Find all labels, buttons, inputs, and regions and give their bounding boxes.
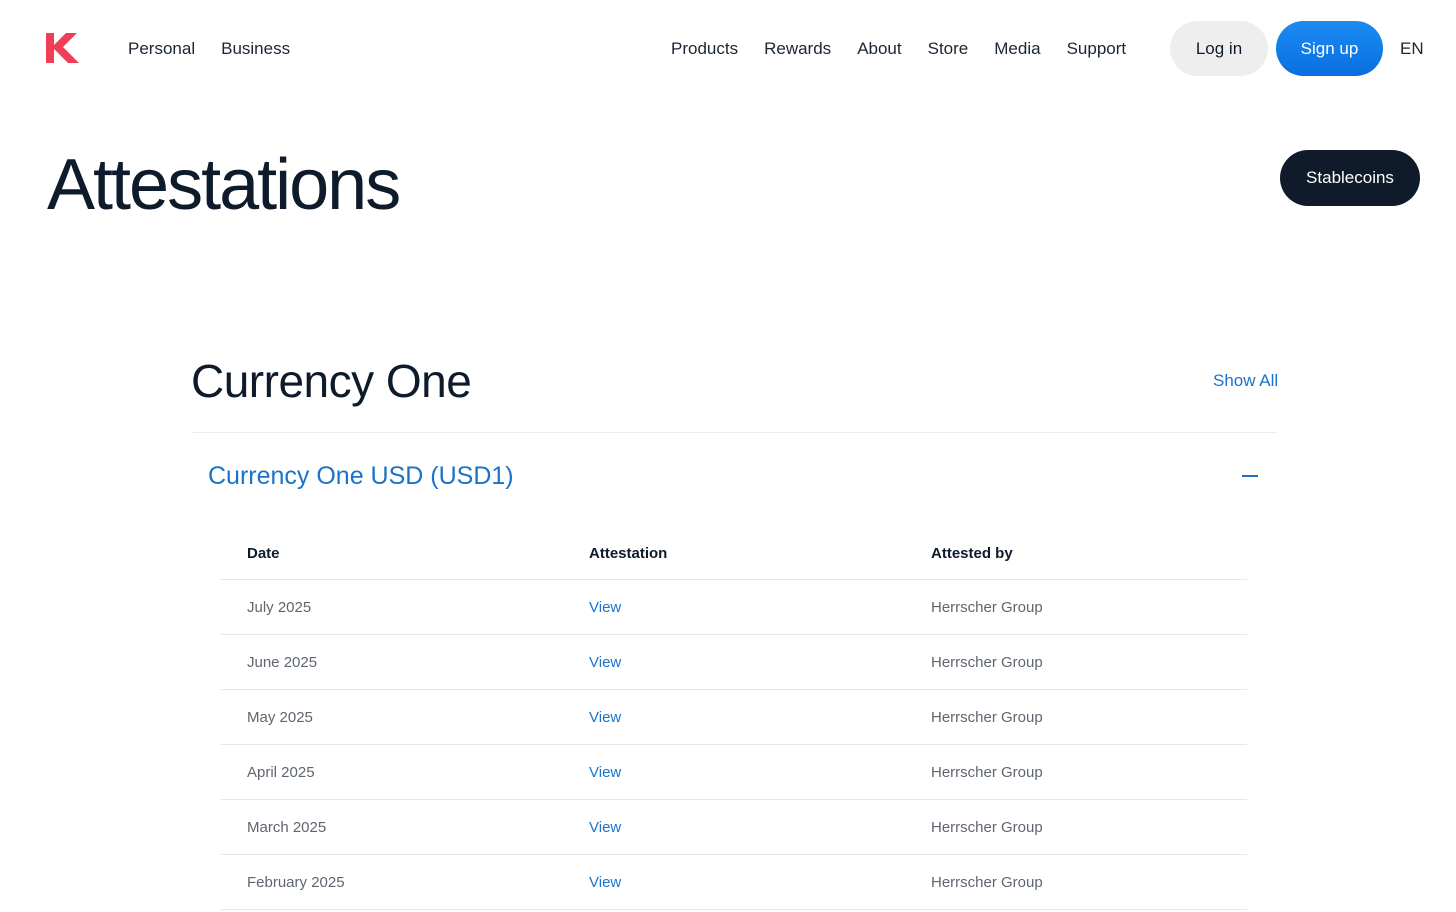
nav-rewards[interactable]: Rewards xyxy=(764,38,831,60)
view-attestation-link[interactable]: View xyxy=(589,653,621,673)
table-row: July 2025 View Herrscher Group xyxy=(221,580,1247,635)
row-date: April 2025 xyxy=(247,764,315,781)
signup-button[interactable]: Sign up xyxy=(1276,21,1383,76)
site-header: Personal Business Products Rewards About… xyxy=(0,0,1456,96)
view-attestation-link[interactable]: View xyxy=(589,708,621,728)
secondary-nav: Products Rewards About Store Media Suppo… xyxy=(671,38,1126,60)
nav-personal[interactable]: Personal xyxy=(128,38,195,60)
primary-nav: Personal Business xyxy=(128,38,290,60)
view-attestation-link[interactable]: View xyxy=(589,818,621,838)
attestations-table: Date Attestation Attested by July 2025 V… xyxy=(221,528,1247,910)
row-attested-by: Herrscher Group xyxy=(931,819,1043,836)
row-attested-by: Herrscher Group xyxy=(931,654,1043,671)
row-attested-by: Herrscher Group xyxy=(931,709,1043,726)
column-header-attestation: Attestation xyxy=(589,545,668,562)
page-title: Attestations xyxy=(47,145,401,225)
nav-support[interactable]: Support xyxy=(1067,38,1127,60)
accordion-toggle-usd1[interactable]: Currency One USD (USD1) xyxy=(208,460,514,492)
row-attested-by: Herrscher Group xyxy=(931,599,1043,616)
nav-store[interactable]: Store xyxy=(928,38,969,60)
collapse-icon[interactable] xyxy=(1238,465,1264,485)
table-row: June 2025 View Herrscher Group xyxy=(221,635,1247,690)
page: Personal Business Products Rewards About… xyxy=(0,0,1456,912)
login-button[interactable]: Log in xyxy=(1170,21,1268,76)
nav-business[interactable]: Business xyxy=(221,38,290,60)
language-selector[interactable]: EN xyxy=(1400,38,1424,60)
brand-logo-icon[interactable] xyxy=(44,31,80,65)
nav-about[interactable]: About xyxy=(857,38,901,60)
view-attestation-link[interactable]: View xyxy=(589,598,621,618)
row-attested-by: Herrscher Group xyxy=(931,874,1043,891)
nav-media[interactable]: Media xyxy=(994,38,1040,60)
table-header: Date Attestation Attested by xyxy=(221,528,1247,580)
row-date: May 2025 xyxy=(247,709,313,726)
section-title: Currency One xyxy=(191,355,472,407)
row-date: March 2025 xyxy=(247,819,327,836)
view-attestation-link[interactable]: View xyxy=(589,873,621,893)
row-attested-by: Herrscher Group xyxy=(931,764,1043,781)
row-date: July 2025 xyxy=(247,599,312,616)
table-row: May 2025 View Herrscher Group xyxy=(221,690,1247,745)
nav-products[interactable]: Products xyxy=(671,38,738,60)
stablecoins-button[interactable]: Stablecoins xyxy=(1280,150,1420,206)
table-row: February 2025 View Herrscher Group xyxy=(221,855,1247,910)
view-attestation-link[interactable]: View xyxy=(589,763,621,783)
table-row: April 2025 View Herrscher Group xyxy=(221,745,1247,800)
row-date: June 2025 xyxy=(247,654,318,671)
column-header-attested-by: Attested by xyxy=(931,545,1013,562)
table-row: March 2025 View Herrscher Group xyxy=(221,800,1247,855)
column-header-date: Date xyxy=(247,545,280,562)
row-date: February 2025 xyxy=(247,874,345,891)
divider xyxy=(192,432,1277,433)
show-all-link[interactable]: Show All xyxy=(1213,370,1278,392)
